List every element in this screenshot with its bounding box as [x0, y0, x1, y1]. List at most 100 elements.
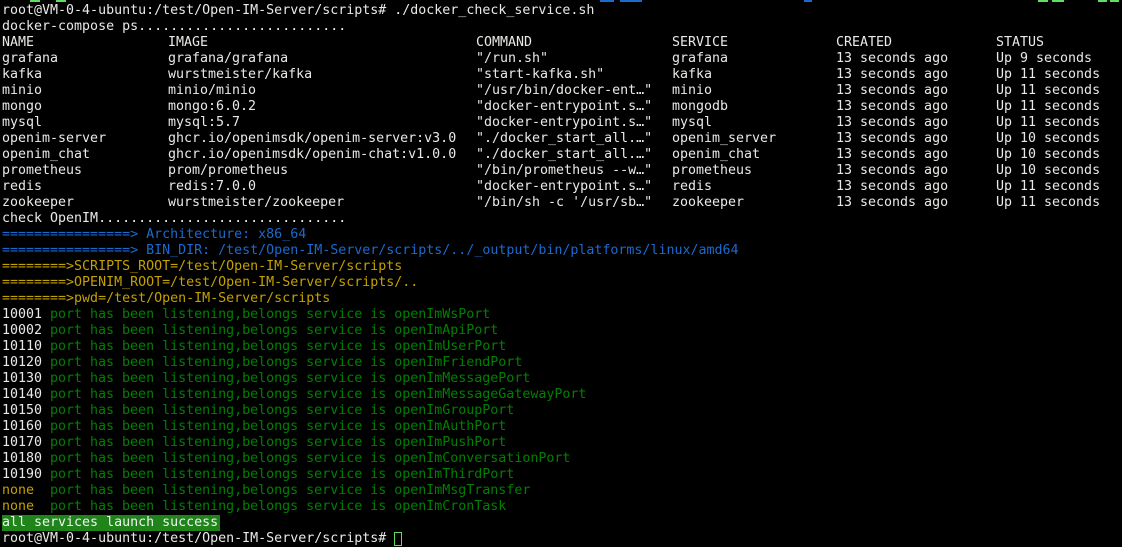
header-status: STATUS — [996, 35, 1122, 51]
container-command: "docker-entrypoint.s…" — [476, 99, 672, 115]
port-service-name: openImFriendPort — [394, 355, 522, 371]
port-number: 10160 — [2, 419, 50, 435]
container-status: Up 11 seconds — [996, 99, 1122, 115]
pwd-text: ========>pwd=/test/Open-IM-Server/script… — [2, 291, 330, 307]
port-number: 10002 — [2, 323, 50, 339]
container-command: "docker-entrypoint.s…" — [476, 115, 672, 131]
container-status: Up 10 seconds — [996, 163, 1122, 179]
prompt-line: root@VM-0-4-ubuntu:/test/Open-IM-Server/… — [2, 3, 1122, 19]
scrollback-fragment — [30, 0, 40, 2]
port-message: port has been listening,belongs service … — [50, 323, 386, 339]
scrollback-fragment — [804, 0, 812, 2]
port-number: 10170 — [2, 435, 50, 451]
container-command: "/bin/prometheus --w…" — [476, 163, 672, 179]
scrollback-fragment — [1098, 0, 1107, 2]
port-message: port has been listening,belongs service … — [50, 307, 386, 323]
container-created: 13 seconds ago — [836, 179, 996, 195]
compose-status-line: docker-compose ps.......................… — [2, 19, 1122, 35]
container-command: "/run.sh" — [476, 51, 672, 67]
port-status-line: 10160 port has been listening,belongs se… — [2, 419, 1122, 435]
port-service-name: openImMsgTransfer — [394, 483, 530, 499]
container-name: openim_chat — [2, 147, 168, 163]
port-status-line: 10190 port has been listening,belongs se… — [2, 467, 1122, 483]
scrollback-fragment — [1052, 0, 1064, 2]
container-service: mongodb — [672, 99, 836, 115]
port-message: port has been listening,belongs service … — [50, 355, 386, 371]
shell-prompt: root@VM-0-4-ubuntu:/test/Open-IM-Server/… — [2, 3, 386, 19]
info-line-bindir: ================> BIN_DIR: /test/Open-IM… — [2, 243, 1122, 259]
container-name: prometheus — [2, 163, 168, 179]
port-number: none — [2, 483, 50, 499]
table-row: openim-server ghcr.io/openimsdk/openim-s… — [2, 131, 1122, 147]
container-service: grafana — [672, 51, 836, 67]
port-status-line: 10002 port has been listening,belongs se… — [2, 323, 1122, 339]
port-message: port has been listening,belongs service … — [50, 483, 386, 499]
port-status-line: 10120 port has been listening,belongs se… — [2, 355, 1122, 371]
container-status: Up 9 seconds — [996, 51, 1122, 67]
container-service: kafka — [672, 67, 836, 83]
terminal-window[interactable]: root@VM-0-4-ubuntu:/test/Open-IM-Server/… — [0, 0, 1122, 542]
port-service-name: openImThirdPort — [394, 467, 514, 483]
info-line-architecture: ================> Architecture: x86_64 — [2, 227, 1122, 243]
table-row: minio minio/minio "/usr/bin/docker-ent…"… — [2, 83, 1122, 99]
port-status-line: 10110 port has been listening,belongs se… — [2, 339, 1122, 355]
port-message: port has been listening,belongs service … — [50, 467, 386, 483]
container-status: Up 10 seconds — [996, 131, 1122, 147]
architecture-text: ================> Architecture: x86_64 — [2, 227, 306, 243]
container-created: 13 seconds ago — [836, 131, 996, 147]
typed-command: ./docker_check_service.sh — [394, 3, 594, 19]
table-row: prometheus prom/prometheus "/bin/prometh… — [2, 163, 1122, 179]
port-number: 10001 — [2, 307, 50, 323]
container-service: redis — [672, 179, 836, 195]
port-status-line: 10140 port has been listening,belongs se… — [2, 387, 1122, 403]
scrollback-fragment — [56, 0, 66, 2]
table-row: redis redis:7.0.0 "docker-entrypoint.s…"… — [2, 179, 1122, 195]
final-prompt-line[interactable]: root@VM-0-4-ubuntu:/test/Open-IM-Server/… — [2, 531, 1122, 547]
port-number: 10130 — [2, 371, 50, 387]
container-created: 13 seconds ago — [836, 147, 996, 163]
container-name: minio — [2, 83, 168, 99]
container-image: mysql:5.7 — [168, 115, 476, 131]
scrollback-fragment — [600, 0, 614, 2]
scrollback-fragment — [1110, 0, 1119, 2]
port-service-name: openImWsPort — [394, 307, 490, 323]
port-service-name: openImConversationPort — [394, 451, 570, 467]
container-status: Up 11 seconds — [996, 195, 1122, 211]
port-message: port has been listening,belongs service … — [50, 387, 386, 403]
container-service: mysql — [672, 115, 836, 131]
port-service-name: openImCronTask — [394, 499, 506, 515]
container-name: redis — [2, 179, 168, 195]
container-status: Up 11 seconds — [996, 83, 1122, 99]
port-status-line: 10180 port has been listening,belongs se… — [2, 451, 1122, 467]
container-status: Up 10 seconds — [996, 147, 1122, 163]
container-status: Up 11 seconds — [996, 115, 1122, 131]
container-image: ghcr.io/openimsdk/openim-server:v3.0 — [168, 131, 476, 147]
container-image: prom/prometheus — [168, 163, 476, 179]
port-service-name: openImPushPort — [394, 435, 506, 451]
container-name: mongo — [2, 99, 168, 115]
port-message: port has been listening,belongs service … — [50, 371, 386, 387]
table-header-row: NAME IMAGE COMMAND SERVICE CREATED STATU… — [2, 35, 1122, 51]
container-command: "./docker_start_all.…" — [476, 147, 672, 163]
port-number: none — [2, 499, 50, 515]
header-name: NAME — [2, 35, 168, 51]
port-status-line: 10130 port has been listening,belongs se… — [2, 371, 1122, 387]
port-status-line: 10001 port has been listening,belongs se… — [2, 307, 1122, 323]
table-row: grafana grafana/grafana "/run.sh" grafan… — [2, 51, 1122, 67]
container-service: minio — [672, 83, 836, 99]
container-service: openim_chat — [672, 147, 836, 163]
header-service: SERVICE — [672, 35, 836, 51]
container-command: "/bin/sh -c '/usr/sb…" — [476, 195, 672, 211]
port-message: port has been listening,belongs service … — [50, 339, 386, 355]
check-openim-line: check OpenIM............................… — [2, 211, 1122, 227]
port-service-name: openImMessageGatewayPort — [394, 387, 586, 403]
scrollback-fragment — [620, 0, 642, 2]
container-created: 13 seconds ago — [836, 163, 996, 179]
container-created: 13 seconds ago — [836, 51, 996, 67]
port-message: port has been listening,belongs service … — [50, 451, 386, 467]
container-image: grafana/grafana — [168, 51, 476, 67]
container-name: mysql — [2, 115, 168, 131]
port-number: 10120 — [2, 355, 50, 371]
container-service: openim_server — [672, 131, 836, 147]
container-status: Up 11 seconds — [996, 179, 1122, 195]
